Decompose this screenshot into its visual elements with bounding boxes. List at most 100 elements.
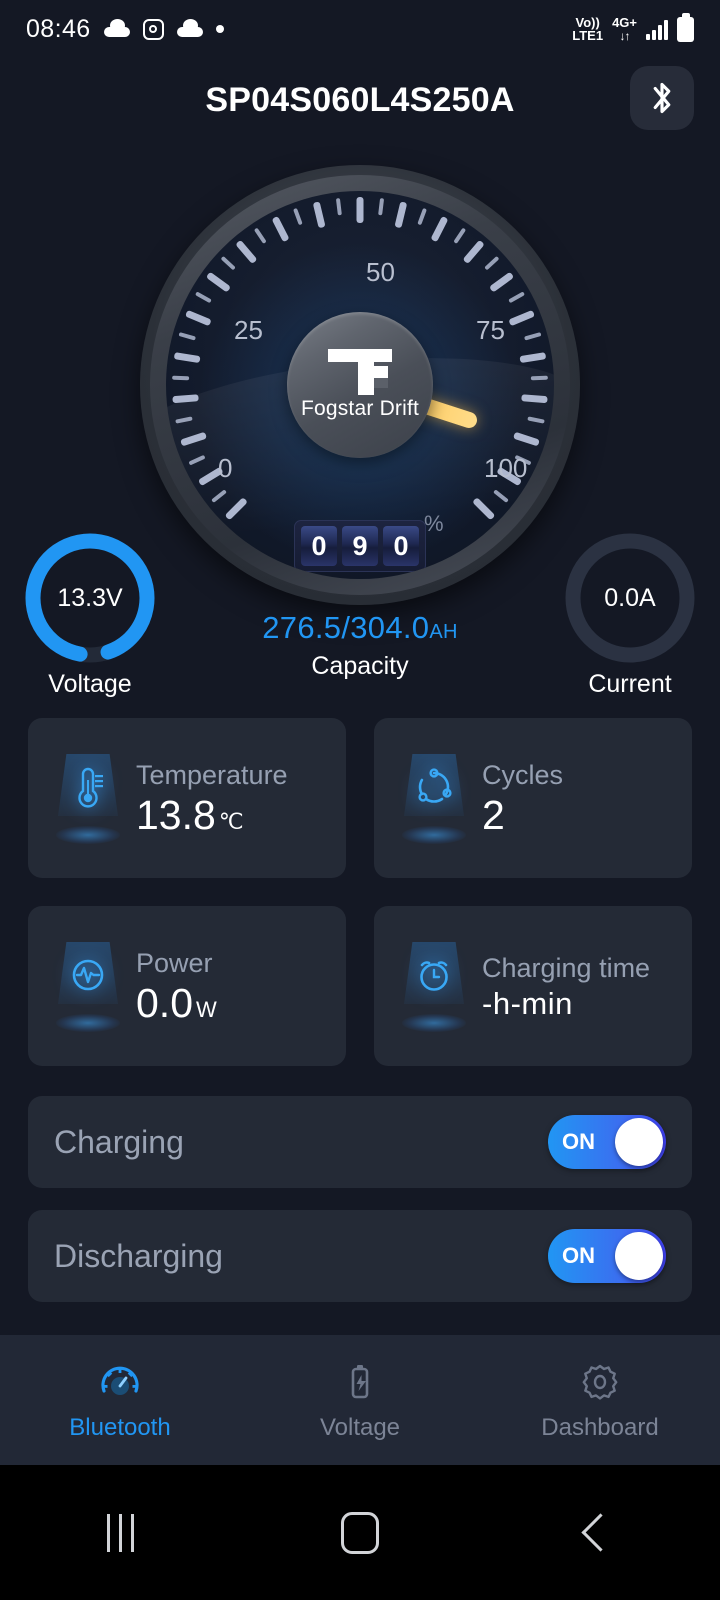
battery-bolt-icon [351, 1364, 369, 1398]
gauge-tick [184, 309, 212, 327]
volte-line-2: LTE1 [572, 28, 604, 43]
status-bar: 08:46 Vo)) LTE1 4G+ ↓↑ [0, 0, 720, 58]
discharging-switch[interactable]: ON [548, 1229, 666, 1283]
toggle-section: Charging ON Discharging ON [28, 1096, 692, 1324]
gauge-tick [508, 309, 536, 327]
network-indicator: 4G+ ↓↑ [612, 15, 637, 43]
gauge-tick [253, 227, 267, 244]
cycles-card[interactable]: Cycles 2 [374, 718, 692, 878]
instagram-icon [142, 18, 164, 40]
gauge-tick [293, 207, 303, 226]
nav-item-voltage[interactable]: Voltage [240, 1359, 480, 1442]
page-title: SP04S060L4S250A [205, 80, 515, 119]
gauge-tick [417, 207, 427, 226]
current-ring: 0.0A [560, 528, 700, 668]
charging-time-card[interactable]: Charging time -h-min [374, 906, 692, 1066]
gauge-tick [430, 215, 449, 243]
gauge-tick [512, 431, 540, 447]
android-navigation-bar [0, 1465, 720, 1600]
discharging-toggle-label: Discharging [54, 1237, 223, 1274]
recents-button[interactable] [0, 1513, 240, 1552]
charging-time-label: Charging time [482, 953, 651, 983]
gauge-tick [175, 416, 193, 424]
gauge-tick [172, 394, 199, 404]
capacity-number: 276.5/304.0 [262, 610, 430, 645]
gauge-tick [453, 227, 467, 244]
gauge-label-0: 0 [218, 453, 233, 483]
holo-base [56, 826, 120, 844]
gauge-tick [220, 255, 236, 271]
status-bar-right: Vo)) LTE1 4G+ ↓↑ [572, 14, 694, 43]
charging-switch[interactable]: ON [548, 1115, 666, 1169]
temperature-card[interactable]: Temperature 13.8 ℃ [28, 718, 346, 878]
home-icon [341, 1511, 379, 1554]
charging-time-value: -h-min [482, 986, 573, 1021]
nav-item-bluetooth[interactable]: Bluetooth [0, 1359, 240, 1442]
power-label: Power [136, 948, 213, 978]
gauge-hub: Fogstar Drift [287, 312, 433, 458]
status-bar-left: 08:46 [26, 15, 224, 44]
gauge-tick [224, 497, 248, 521]
gauge-tick [472, 497, 496, 521]
power-number: 0.0 [136, 980, 193, 1026]
alarm-clock-icon [392, 944, 476, 1006]
gauge-tick [524, 332, 542, 341]
home-button[interactable] [240, 1511, 480, 1554]
holo-base [56, 1014, 120, 1032]
current-label: Current [588, 670, 672, 698]
gauge-tick [194, 291, 212, 304]
nav-item-dashboard[interactable]: Dashboard [480, 1359, 720, 1442]
speedometer-icon [101, 1366, 139, 1395]
data-arrows-icon: ↓↑ [619, 28, 631, 43]
cycles-icon [392, 756, 476, 818]
gauge-tick [394, 201, 408, 229]
power-value: 0.0 W [136, 983, 328, 1024]
cloud-icon [176, 19, 203, 37]
gauge-tick [180, 431, 208, 447]
thermometer-icon [46, 756, 130, 818]
dot-icon [215, 25, 224, 33]
charging-time-icon-holder [392, 938, 476, 1034]
volte-indicator: Vo)) LTE1 [572, 14, 604, 43]
gauge-label-50: 50 [366, 257, 395, 287]
temperature-label: Temperature [136, 760, 288, 790]
metrics-rings-row: 13.3V Voltage 276.5/304.0AH Capacity 0.0… [0, 528, 720, 708]
network-type: 4G+ [612, 15, 637, 31]
nav-label-bluetooth: Bluetooth [69, 1413, 171, 1441]
cycles-text: Cycles 2 [482, 760, 674, 836]
gauge-label-75: 75 [476, 315, 505, 345]
metric-cards: Temperature 13.8 ℃ Cycles 2 Power 0.0 W … [28, 718, 692, 1094]
gauge-tick [493, 489, 509, 503]
capacity-unit-label: AH [429, 621, 458, 643]
back-button[interactable] [480, 1513, 720, 1552]
power-text: Power 0.0 W [136, 948, 328, 1024]
discharging-switch-knob [615, 1232, 663, 1280]
cycles-label: Cycles [482, 760, 564, 790]
fogstar-logo-icon [328, 349, 392, 395]
cloud-icon [103, 19, 130, 37]
gauge-tick [378, 198, 385, 216]
power-card[interactable]: Power 0.0 W [28, 906, 346, 1066]
gauge-tick [527, 416, 545, 424]
battery-icon [677, 16, 694, 42]
gauge-label-25: 25 [234, 315, 263, 345]
gauge-tick [484, 255, 500, 271]
temperature-value: 13.8 ℃ [136, 795, 328, 836]
bluetooth-button[interactable] [630, 66, 694, 130]
power-pulse-icon [46, 944, 130, 1006]
gauge-tick [271, 215, 290, 243]
discharging-toggle-row[interactable]: Discharging ON [28, 1210, 692, 1302]
gear-icon [582, 1364, 618, 1400]
title-bar: SP04S060L4S250A [0, 60, 720, 140]
current-ring-unit: 0.0A Current [540, 528, 720, 699]
gauge-tick [508, 291, 526, 304]
recents-icon [106, 1513, 134, 1552]
bottom-navigation: Bluetooth Voltage Dashboard [0, 1335, 720, 1465]
charging-toggle-row[interactable]: Charging ON [28, 1096, 692, 1188]
discharging-switch-state: ON [562, 1243, 595, 1268]
status-clock: 08:46 [26, 14, 91, 43]
volte-line-1: Vo)) [575, 14, 600, 30]
gauge-tick [462, 239, 485, 265]
gauge-tick [530, 375, 548, 381]
holo-base [402, 1014, 466, 1032]
